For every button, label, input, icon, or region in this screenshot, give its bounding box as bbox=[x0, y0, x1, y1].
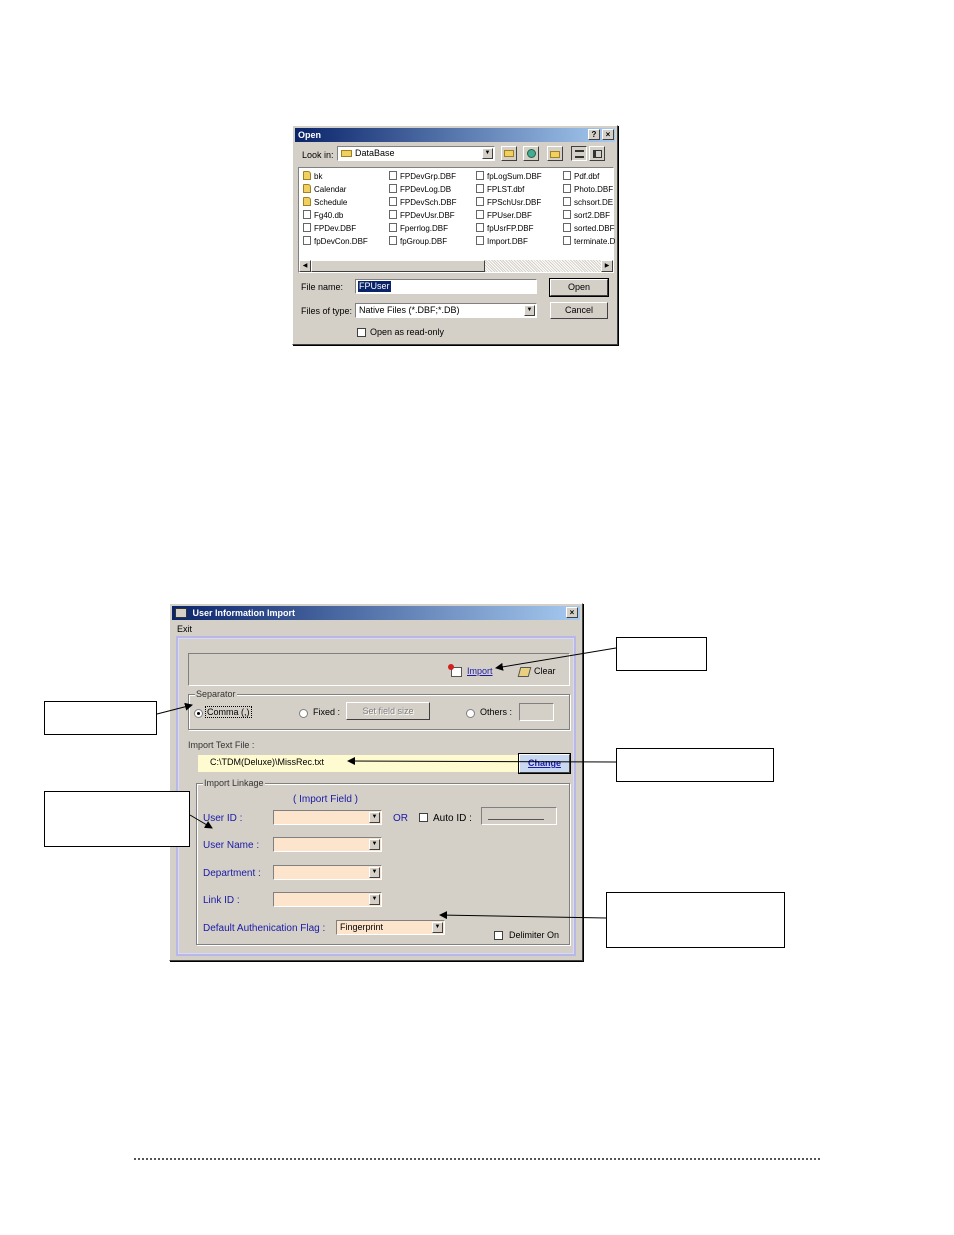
arrow-to-linkage bbox=[189, 814, 213, 829]
callout-arrows bbox=[156, 647, 617, 920]
arrow-to-import bbox=[495, 647, 617, 671]
arrow-to-auth-flag bbox=[439, 911, 607, 920]
footer-rule bbox=[134, 1158, 820, 1160]
arrow-to-path bbox=[347, 757, 617, 766]
arrow-to-comma bbox=[156, 702, 193, 715]
